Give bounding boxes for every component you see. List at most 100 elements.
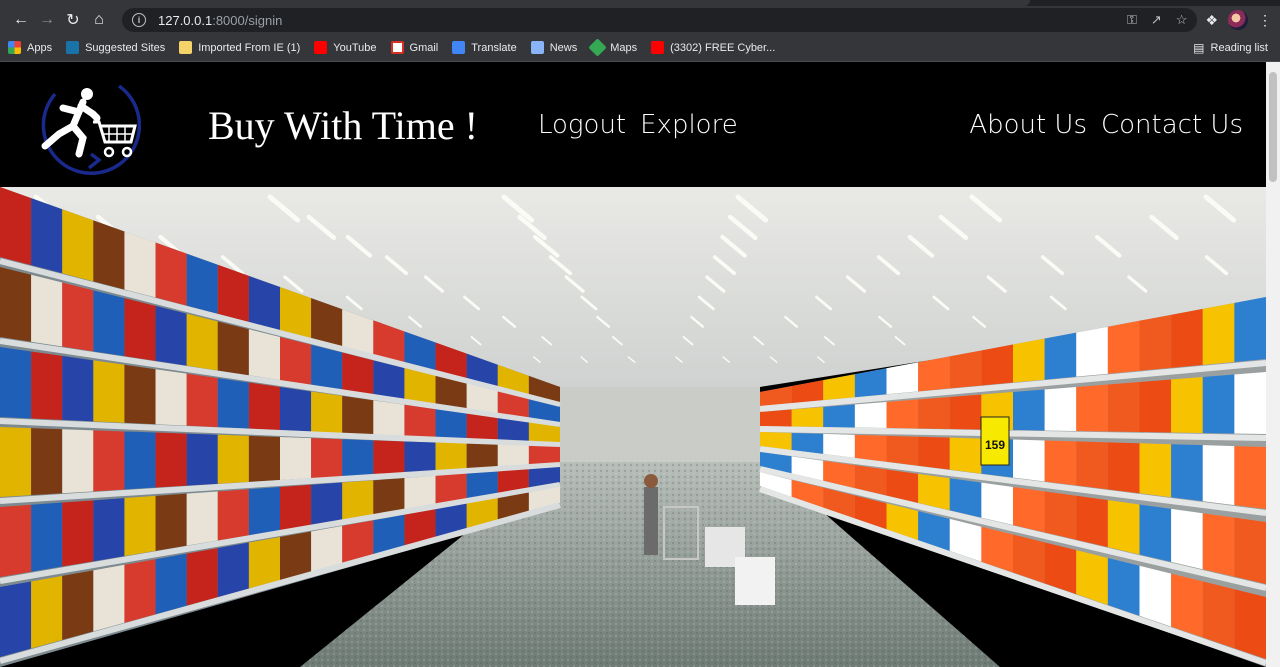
product-block — [31, 428, 63, 496]
product-block — [124, 364, 156, 425]
extensions-puzzle-icon[interactable]: ❖ — [1205, 12, 1218, 29]
tab-strip — [0, 0, 1280, 6]
product-block — [248, 435, 280, 482]
product-block — [248, 382, 280, 430]
product-block — [404, 404, 436, 438]
reading-list-label: Reading list — [1210, 41, 1268, 54]
product-block — [1107, 320, 1140, 374]
product-block — [217, 434, 249, 484]
running-shopper-cart-logo-icon[interactable] — [33, 74, 141, 176]
product-block — [311, 391, 343, 433]
product-block — [31, 502, 63, 572]
logout-link[interactable]: Logout — [538, 110, 626, 140]
product-block — [1171, 508, 1203, 570]
bookmark-news[interactable]: News — [530, 41, 577, 54]
bookmark-star-icon[interactable]: ☆ — [1176, 12, 1188, 28]
product-block — [248, 329, 280, 380]
product-block — [31, 274, 63, 347]
reading-list-button[interactable]: ▤ Reading list — [1193, 41, 1268, 55]
product-block — [918, 356, 950, 392]
product-block — [0, 504, 32, 577]
product-block — [1013, 338, 1045, 383]
bookmark-youtube[interactable]: YouTube — [314, 41, 377, 54]
gmail-icon — [390, 41, 404, 54]
product-block — [435, 442, 467, 471]
product-block — [918, 397, 950, 429]
bookmark-imported-from-ie[interactable]: Imported From IE (1) — [179, 41, 300, 54]
key-icon[interactable]: ⚿ — [1127, 12, 1137, 28]
product-block — [435, 409, 467, 439]
product-block — [760, 409, 792, 427]
product-block — [93, 290, 125, 357]
maps-icon — [588, 38, 607, 57]
bookmark-translate[interactable]: Translate — [452, 41, 517, 54]
translate-icon — [452, 41, 466, 54]
product-block — [124, 298, 156, 361]
apps-icon — [8, 41, 21, 54]
product-block — [280, 437, 312, 480]
product-block — [886, 399, 919, 429]
product-block — [1139, 504, 1172, 562]
product-block — [93, 360, 125, 423]
product-block — [854, 368, 887, 398]
site-brand-title[interactable]: Buy With Time ! — [208, 102, 478, 149]
site-info-icon[interactable]: i — [132, 13, 146, 27]
back-arrow-icon[interactable]: ← — [8, 7, 34, 33]
reading-list-icon: ▤ — [1193, 40, 1205, 55]
product-block — [311, 344, 343, 390]
product-block — [280, 337, 312, 385]
explore-link[interactable]: Explore — [640, 110, 738, 140]
supermarket-aisle-hero-image: 159 — [0, 187, 1266, 667]
product-block — [854, 434, 887, 462]
product-block — [497, 444, 529, 467]
bookmark-free-cyber[interactable]: (3302) FREE Cyber... — [651, 41, 775, 54]
reload-icon[interactable]: ↻ — [60, 7, 86, 33]
page-scrollbar[interactable] — [1266, 62, 1280, 667]
product-block — [1171, 573, 1203, 638]
bookmarks-bar: Apps Suggested Sites Imported From IE (1… — [0, 34, 1280, 62]
product-block — [0, 187, 32, 266]
bookmark-suggested-sites[interactable]: Suggested Sites — [66, 41, 165, 54]
product-block — [186, 491, 218, 546]
address-bar[interactable]: i 127.0.0.1:8000/signin ⚿ ↗ ☆ — [122, 8, 1198, 32]
product-block — [93, 498, 125, 562]
product-block — [1076, 441, 1108, 490]
product-block — [1044, 332, 1077, 380]
product-block — [1234, 297, 1266, 362]
profile-avatar[interactable] — [1228, 10, 1248, 30]
bookmark-label: Translate — [471, 41, 517, 54]
site-header: Buy With Time ! Logout Explore About Us … — [0, 62, 1266, 187]
product-block — [1171, 308, 1203, 368]
menu-kebab-icon[interactable]: ⋮ — [1258, 12, 1272, 29]
active-tab[interactable] — [0, 0, 1030, 6]
home-icon[interactable]: ⌂ — [86, 7, 112, 33]
product-block — [1202, 445, 1235, 506]
bookmark-maps[interactable]: Maps — [588, 38, 637, 57]
product-block — [217, 489, 249, 541]
product-block — [1076, 495, 1108, 548]
product-block — [62, 355, 94, 422]
product-block — [1234, 517, 1266, 584]
secondary-nav: About Us Contact Us — [969, 110, 1243, 140]
product-block — [981, 482, 1013, 525]
product-block — [62, 429, 94, 494]
scrollbar-thumb[interactable] — [1269, 72, 1277, 182]
product-block — [124, 495, 156, 557]
product-block — [404, 441, 436, 473]
product-block — [981, 344, 1013, 386]
about-us-link[interactable]: About Us — [969, 110, 1087, 140]
product-block — [823, 374, 855, 401]
forward-arrow-icon[interactable]: → — [34, 7, 60, 33]
product-block — [186, 373, 218, 428]
product-block — [62, 282, 94, 352]
bookmark-gmail[interactable]: Gmail — [390, 41, 438, 54]
product-block — [760, 386, 792, 406]
bookmark-apps[interactable]: Apps — [8, 41, 52, 54]
product-block — [791, 380, 824, 404]
product-block — [854, 402, 887, 428]
product-block — [155, 553, 187, 615]
contact-us-link[interactable]: Contact Us — [1101, 110, 1243, 140]
folder-icon — [179, 41, 193, 54]
product-block — [93, 430, 125, 492]
share-icon[interactable]: ↗ — [1151, 12, 1162, 28]
